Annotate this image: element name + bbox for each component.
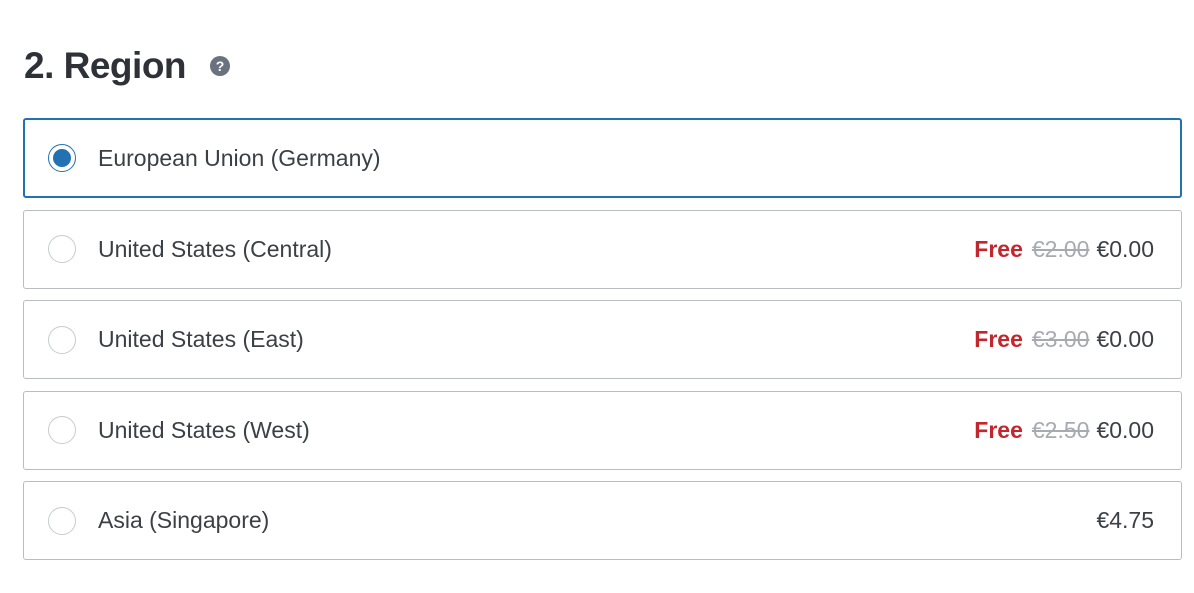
- original-price: €3.00: [1031, 326, 1090, 352]
- region-price: €4.75: [1096, 507, 1154, 534]
- current-price: €0.00: [1096, 416, 1154, 443]
- current-price: €0.00: [1096, 235, 1154, 262]
- region-label: European Union (Germany): [98, 144, 381, 171]
- current-price: €0.00: [1096, 326, 1154, 352]
- region-label: United States (West): [98, 416, 310, 443]
- original-price: €2.50: [1031, 416, 1090, 443]
- region-option-us-east[interactable]: United States (East) Free €3.00 €0.00: [23, 300, 1182, 379]
- free-badge: Free: [974, 416, 1023, 443]
- region-option-us-central[interactable]: United States (Central) Free €2.00 €0.00: [23, 209, 1182, 289]
- section-title: 2. Region: [24, 45, 187, 86]
- region-price: Free €3.00 €0.00: [974, 326, 1154, 353]
- region-option-asia-singapore[interactable]: Asia (Singapore) €4.75: [23, 481, 1182, 560]
- region-section: 2. Region ? European Union (Germany) Uni…: [0, 0, 1194, 593]
- free-badge: Free: [974, 326, 1023, 352]
- region-label: United States (East): [98, 326, 304, 352]
- radio-button[interactable]: [48, 144, 76, 172]
- region-price: Free €2.00 €0.00: [974, 236, 1154, 263]
- question-mark-icon[interactable]: ?: [210, 56, 231, 76]
- radio-button[interactable]: [48, 506, 76, 535]
- region-option-eu-germany[interactable]: European Union (Germany): [23, 118, 1182, 198]
- region-label: Asia (Singapore): [98, 507, 270, 533]
- region-option-us-west[interactable]: United States (West) Free €2.50 €0.00: [23, 390, 1182, 470]
- original-price: €2.00: [1031, 235, 1090, 262]
- current-price: €4.75: [1096, 507, 1154, 533]
- region-price: Free €2.50 €0.00: [974, 417, 1154, 444]
- section-heading: 2. Region ?: [24, 40, 231, 92]
- radio-button[interactable]: [48, 235, 76, 263]
- radio-selected-dot: [53, 149, 71, 167]
- radio-button[interactable]: [48, 416, 76, 444]
- region-label: United States (Central): [98, 235, 332, 262]
- free-badge: Free: [974, 235, 1023, 262]
- radio-button[interactable]: [48, 325, 76, 354]
- region-options: European Union (Germany) United States (…: [23, 118, 1182, 572]
